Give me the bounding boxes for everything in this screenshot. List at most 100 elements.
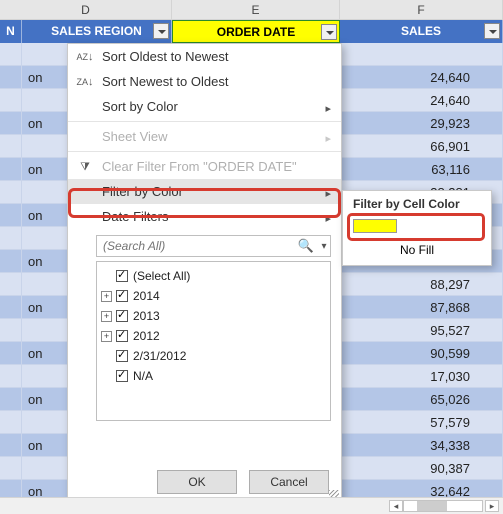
cell-sales[interactable]: 95,527 (340, 319, 503, 342)
cell[interactable] (0, 388, 22, 411)
header-sales-region-label: SALES REGION (51, 24, 142, 38)
filter-dropdown-icon[interactable] (153, 23, 169, 39)
filter-tree[interactable]: (Select All) + 2014 + 2013 + 2012 2/31/2… (96, 261, 331, 421)
expand-icon[interactable]: + (101, 291, 112, 302)
search-icon[interactable]: 🔍 (294, 238, 318, 254)
scroll-thumb[interactable] (417, 501, 447, 511)
cell-sales[interactable]: 90,599 (340, 342, 503, 365)
menu-sort-oldest[interactable]: AZ↓ Sort Oldest to Newest (68, 44, 341, 69)
menu-filter-by-color[interactable]: Filter by Color ▸ (68, 179, 341, 204)
cell[interactable] (0, 227, 22, 250)
cell-sales[interactable]: 87,868 (340, 296, 503, 319)
search-dropdown-icon[interactable]: ▾ (318, 241, 330, 252)
header-fragment: N (0, 20, 22, 43)
tree-node-label: 2013 (133, 309, 160, 323)
cell[interactable] (0, 43, 22, 66)
cell[interactable] (0, 89, 22, 112)
menu-clear-filter: ⧩ Clear Filter From "ORDER DATE" (68, 154, 341, 179)
col-letter-e[interactable]: E (172, 0, 340, 20)
menu-sort-newest-label: Sort Newest to Oldest (102, 74, 228, 89)
menu-filter-by-color-label: Filter by Color (102, 184, 183, 199)
tree-node-date[interactable]: 2/31/2012 (101, 346, 326, 366)
col-letter-f[interactable]: F (340, 0, 503, 20)
cell-sales[interactable]: 88,297 (340, 273, 503, 296)
cell[interactable] (0, 457, 22, 480)
expand-icon[interactable]: + (101, 331, 112, 342)
menu-clear-filter-label: Clear Filter From "ORDER DATE" (102, 159, 297, 174)
header-order-date[interactable]: ORDER DATE (172, 20, 340, 43)
tree-node-2014[interactable]: + 2014 (101, 286, 326, 306)
cell-sales[interactable]: 65,026 (340, 388, 503, 411)
chevron-right-icon: ▸ (325, 212, 331, 225)
filter-dropdown-icon[interactable] (484, 23, 500, 39)
cell[interactable] (0, 342, 22, 365)
cancel-button[interactable]: Cancel (249, 470, 329, 494)
highlight-ring (347, 213, 485, 241)
cell[interactable] (0, 319, 22, 342)
sort-asc-icon: AZ↓ (76, 48, 94, 66)
cell-sales[interactable]: 24,640 (340, 66, 503, 89)
cell-sales[interactable]: 34,338 (340, 434, 503, 457)
scroll-left-icon[interactable]: ◂ (389, 500, 403, 512)
expand-icon[interactable]: + (101, 311, 112, 322)
cell-sales[interactable] (340, 43, 503, 66)
funnel-clear-icon: ⧩ (76, 158, 94, 176)
cell-sales[interactable]: 17,030 (340, 365, 503, 388)
cell[interactable] (0, 434, 22, 457)
filter-dropdown-icon[interactable] (321, 24, 337, 40)
checkbox-checked-icon[interactable] (116, 270, 128, 282)
cell[interactable] (0, 365, 22, 388)
menu-date-filters-label: Date Filters (102, 209, 168, 224)
cell[interactable] (0, 135, 22, 158)
cell[interactable] (0, 273, 22, 296)
col-letter-d[interactable]: D (0, 0, 172, 20)
cell[interactable] (0, 411, 22, 434)
column-letter-row: D E F (0, 0, 503, 20)
menu-date-filters[interactable]: Date Filters ▸ (68, 204, 341, 229)
button-row: OK Cancel (157, 470, 329, 494)
menu-sort-newest[interactable]: ZA↓ Sort Newest to Oldest (68, 69, 341, 94)
checkbox-checked-icon[interactable] (116, 370, 128, 382)
header-sales-label: SALES (401, 24, 441, 38)
flyout-title: Filter by Cell Color (343, 191, 491, 215)
tree-node-label: 2012 (133, 329, 160, 343)
checkbox-checked-icon[interactable] (116, 330, 128, 342)
tree-select-all-label: (Select All) (133, 269, 190, 283)
cell[interactable] (0, 112, 22, 135)
scroll-right-icon[interactable]: ▸ (485, 500, 499, 512)
cell[interactable] (0, 296, 22, 319)
cell-sales[interactable]: 66,901 (340, 135, 503, 158)
flyout-no-fill[interactable]: No Fill (343, 239, 491, 265)
cell-sales[interactable]: 90,387 (340, 457, 503, 480)
cell-sales[interactable]: 57,579 (340, 411, 503, 434)
cell[interactable] (0, 250, 22, 273)
header-order-date-label: ORDER DATE (217, 25, 295, 39)
search-input[interactable] (97, 238, 294, 254)
cell-sales[interactable]: 24,640 (340, 89, 503, 112)
header-sales[interactable]: SALES (340, 20, 503, 43)
tree-spacer (101, 271, 112, 282)
tree-node-2012[interactable]: + 2012 (101, 326, 326, 346)
tree-select-all[interactable]: (Select All) (101, 266, 326, 286)
ok-button[interactable]: OK (157, 470, 237, 494)
cell-sales[interactable]: 29,923 (340, 112, 503, 135)
cell[interactable] (0, 204, 22, 227)
checkbox-checked-icon[interactable] (116, 290, 128, 302)
checkbox-checked-icon[interactable] (116, 350, 128, 362)
cell[interactable] (0, 158, 22, 181)
flyout-swatch-row[interactable] (343, 215, 491, 239)
tree-node-label: N/A (133, 369, 153, 383)
cell[interactable] (0, 66, 22, 89)
horizontal-scrollbar[interactable]: ◂ ▸ (0, 497, 503, 514)
menu-sort-by-color[interactable]: Sort by Color ▸ (68, 94, 341, 119)
chevron-right-icon: ▸ (325, 132, 331, 145)
tree-node-2013[interactable]: + 2013 (101, 306, 326, 326)
header-sales-region[interactable]: SALES REGION (22, 20, 172, 43)
search-box[interactable]: 🔍 ▾ (96, 235, 331, 257)
cell-sales[interactable]: 63,116 (340, 158, 503, 181)
tree-node-na[interactable]: N/A (101, 366, 326, 386)
header-row: N SALES REGION ORDER DATE SALES (0, 20, 503, 43)
filter-by-color-flyout: Filter by Cell Color No Fill (342, 190, 492, 266)
cell[interactable] (0, 181, 22, 204)
checkbox-checked-icon[interactable] (116, 310, 128, 322)
